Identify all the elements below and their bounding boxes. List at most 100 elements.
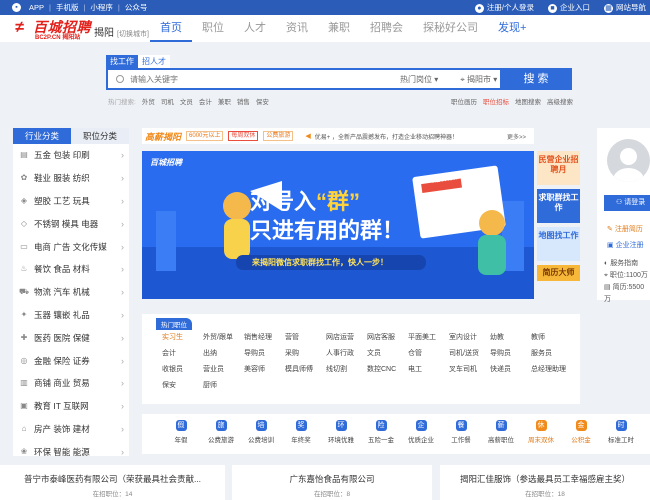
hot-job-link[interactable]: 美容师 (244, 364, 285, 374)
site-nav-link[interactable]: ▦ 网站导航 (604, 2, 646, 13)
city-dropdown[interactable]: ⌖ 揭阳市 ▾ (460, 74, 497, 85)
job-type-dropdown[interactable]: 热门岗位 ▾ (400, 74, 438, 85)
nav-jobs[interactable]: 职位 (192, 15, 234, 42)
hot-job-link[interactable]: 文员 (367, 348, 408, 358)
hot-job-link[interactable]: 叉车司机 (449, 364, 490, 374)
benefit-item[interactable]: 旅公费旅游 (201, 414, 241, 454)
benefit-item[interactable]: 金公积金 (561, 414, 601, 454)
search-button[interactable]: 搜 索 (500, 68, 572, 90)
hot-job-link[interactable]: 实习生 (162, 332, 203, 342)
official-account-link[interactable]: 公众号 (125, 2, 148, 13)
city-selector[interactable]: 揭阳 [切换城市] (94, 24, 149, 39)
login-button[interactable]: ⚇ 请登录 (604, 195, 650, 211)
hot-keyword[interactable]: 文员 (180, 96, 193, 106)
hot-job-link[interactable]: 教师 (531, 332, 572, 342)
search-tool-link[interactable]: 职位画历 (451, 96, 477, 106)
hot-job-link[interactable]: 电工 (408, 364, 449, 374)
side-ad-private-enterprise[interactable]: 民营企业招聘月 (537, 151, 580, 185)
hot-job-link[interactable]: 保安 (162, 380, 203, 390)
register-login-link[interactable]: ● 注册/个人登录 (474, 2, 534, 13)
hot-job-link[interactable]: 快递员 (490, 364, 531, 374)
benefit-item[interactable]: 险五险一金 (361, 414, 401, 454)
promo-tag[interactable]: 6000元以上 (186, 131, 224, 141)
side-ad-resume-master[interactable]: 简历大师 (537, 265, 580, 281)
hot-keyword[interactable]: 销售 (237, 96, 250, 106)
advanced-search-link[interactable]: 高级搜索 (547, 96, 573, 106)
tab-find-job[interactable]: 找工作 (106, 55, 138, 68)
category-item[interactable]: ▤ 五金 包装 印刷 › (13, 144, 129, 167)
category-item[interactable]: ▥ 商铺 商业 贸易 › (13, 372, 129, 395)
side-ad-job-group[interactable]: 求职群找工作 (537, 189, 580, 223)
hot-job-link[interactable]: 导购员 (490, 348, 531, 358)
hot-job-link[interactable]: 导购员 (244, 348, 285, 358)
miniprogram-link[interactable]: 小程序 (90, 2, 113, 13)
category-item[interactable]: ⛟ 物流 汽车 机械 › (13, 281, 129, 304)
hot-job-link[interactable]: 平面美工 (408, 332, 449, 342)
category-item[interactable]: ❀ 环保 智能 能源 › (13, 440, 129, 463)
category-item[interactable]: ⌂ 房产 装饰 建材 › (13, 418, 129, 441)
company-card[interactable]: 揭阳汇佳服饰（参选最具员工幸福感雇主奖） 在招职位：18 (440, 465, 650, 500)
benefit-item[interactable]: 时标准工时 (601, 414, 641, 454)
company-card[interactable]: 普宁市泰峰医药有限公司（荣获最具社会责献... 在招职位：14 (0, 465, 225, 500)
category-item[interactable]: ◎ 金融 保险 证券 › (13, 349, 129, 372)
promo-tag[interactable]: 公费旅游 (263, 131, 294, 141)
benefit-item[interactable]: 培公费培训 (241, 414, 281, 454)
company-register-link[interactable]: ▣ 企业注册 (607, 238, 644, 254)
category-item[interactable]: ▭ 电商 广告 文化传媒 › (13, 235, 129, 258)
hot-job-link[interactable]: 收银员 (162, 364, 203, 374)
benefit-item[interactable]: 休周末双休 (521, 414, 561, 454)
hot-job-link[interactable]: 服务员 (531, 348, 572, 358)
category-item[interactable]: ◈ 塑胶 工艺 玩具 › (13, 190, 129, 213)
company-entry-link[interactable]: ■ 企业入口 (548, 2, 590, 13)
benefit-item[interactable]: 奖年终奖 (281, 414, 321, 454)
map-search-link[interactable]: 地图搜索 (515, 96, 541, 106)
nav-good-company[interactable]: 探秘好公司 (413, 15, 488, 42)
side-ad-map-job[interactable]: 地图找工作 (537, 227, 580, 261)
category-item[interactable]: ▣ 教育 IT 互联网 › (13, 395, 129, 418)
more-link[interactable]: 更多>> (507, 132, 526, 141)
hot-job-link[interactable]: 出纳 (203, 348, 244, 358)
benefit-item[interactable]: 假年假 (161, 414, 201, 454)
hot-keyword[interactable]: 会计 (199, 96, 212, 106)
category-item[interactable]: ✿ 鞋业 服装 纺织 › (13, 167, 129, 190)
tab-find-talent[interactable]: 招人才 (138, 55, 170, 68)
nav-home[interactable]: 首页 (150, 15, 192, 42)
hot-job-link[interactable]: 仓管 (408, 348, 449, 358)
category-item[interactable]: ◇ 不锈钢 模具 电器 › (13, 212, 129, 235)
category-item[interactable]: ✚ 医药 医院 保健 › (13, 326, 129, 349)
tab-industry[interactable]: 行业分类 (13, 128, 71, 144)
hot-keyword[interactable]: 外贸 (142, 96, 155, 106)
hot-job-link[interactable]: 室内设计 (449, 332, 490, 342)
hot-job-link[interactable]: 外贸/跟单 (203, 332, 244, 342)
hot-keyword[interactable]: 司机 (161, 96, 174, 106)
service-guide[interactable]: ◐ 服务指南 (604, 258, 650, 270)
app-link[interactable]: APP (29, 3, 44, 12)
nav-discover[interactable]: 发现+ (488, 15, 536, 42)
register-resume-link[interactable]: ✎ 注册简历 (607, 222, 644, 238)
mobile-link[interactable]: 手机版 (56, 2, 79, 13)
hot-job-link[interactable]: 数控CNC (367, 364, 408, 374)
tab-position[interactable]: 职位分类 (71, 128, 129, 144)
hot-job-link[interactable]: 总经理助理 (531, 364, 572, 374)
benefit-item[interactable]: 环环境优雅 (321, 414, 361, 454)
high-salary-brand[interactable]: 高薪揭阳 (145, 130, 181, 143)
hero-banner[interactable]: 百城招聘 对号入“群” 只进有用的群！ 来揭阳微信求职群找工作，快人一步！ RE… (142, 151, 534, 299)
site-logo[interactable]: ≠ 百城招聘 BC2P.CN 揭阳站 (13, 17, 93, 41)
notice-text[interactable]: 优易+ ，全新产品震撼发布，打造企业移动招聘神器！ (315, 132, 458, 141)
hot-job-link[interactable]: 幼教 (490, 332, 531, 342)
benefit-item[interactable]: 薪高薪职位 (481, 414, 521, 454)
company-card[interactable]: 广东嘉怡食品有限公司 在招职位：8 (232, 465, 432, 500)
hot-job-link[interactable]: 模具师傅 (285, 364, 326, 374)
hot-job-link[interactable]: 网店运营 (326, 332, 367, 342)
hot-job-link[interactable]: 网店客服 (367, 332, 408, 342)
benefit-item[interactable]: 企优质企业 (401, 414, 441, 454)
category-item[interactable]: ♨ 餐饮 食品 材料 › (13, 258, 129, 281)
search-tool-link[interactable]: 职位招标 (483, 96, 509, 106)
hot-keyword[interactable]: 兼职 (218, 96, 231, 106)
hot-job-link[interactable]: 人事行政 (326, 348, 367, 358)
nav-news[interactable]: 资讯 (276, 15, 318, 42)
promo-tag[interactable]: 每周双休 (228, 131, 259, 141)
hot-job-link[interactable]: 线切割 (326, 364, 367, 374)
hot-job-link[interactable]: 会计 (162, 348, 203, 358)
benefit-item[interactable]: 餐工作餐 (441, 414, 481, 454)
